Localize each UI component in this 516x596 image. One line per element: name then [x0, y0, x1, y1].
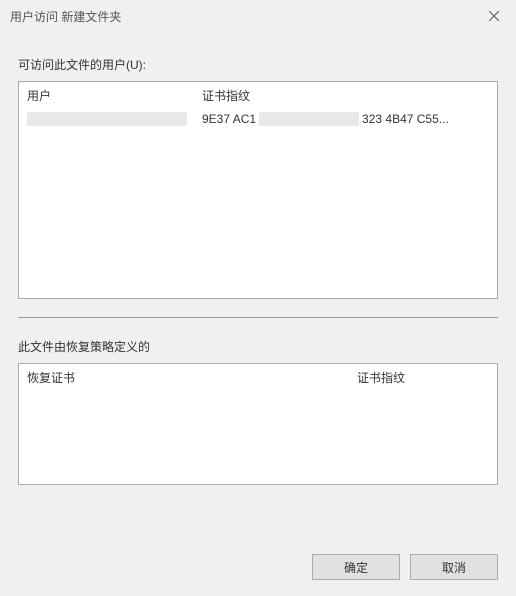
- dialog-content: 可访问此文件的用户(U): 用户 证书指纹 9E37 AC1 323 4B47 C…: [0, 32, 516, 540]
- recovery-list-header: 恢复证书 证书指纹: [19, 364, 497, 390]
- ok-button[interactable]: 确定: [312, 554, 400, 580]
- section-divider: [18, 317, 498, 318]
- users-access-label: 可访问此文件的用户(U):: [18, 56, 498, 73]
- titlebar: 用户访问 新建文件夹: [0, 0, 516, 32]
- dialog-buttons: 确定 取消: [0, 540, 516, 596]
- thumbprint-cell: 9E37 AC1 323 4B47 C55...: [194, 110, 497, 129]
- users-list[interactable]: 用户 证书指纹 9E37 AC1 323 4B47 C55...: [18, 81, 498, 299]
- close-icon: [489, 11, 499, 21]
- thumbprint-text-1: 9E37 AC1: [202, 112, 256, 126]
- user-cell: [19, 110, 194, 129]
- recovery-list[interactable]: 恢复证书 证书指纹: [18, 363, 498, 485]
- redacted-block: [259, 112, 359, 126]
- redacted-block: [27, 112, 187, 126]
- users-list-header: 用户 证书指纹: [19, 82, 497, 108]
- recovery-policy-label: 此文件由恢复策略定义的: [18, 338, 498, 355]
- close-button[interactable]: [471, 0, 516, 32]
- table-row[interactable]: 9E37 AC1 323 4B47 C55...: [19, 108, 497, 130]
- column-header-thumbprint2[interactable]: 证书指纹: [349, 364, 497, 391]
- cancel-button[interactable]: 取消: [410, 554, 498, 580]
- window-title: 用户访问 新建文件夹: [10, 8, 121, 25]
- column-header-recovery-cert[interactable]: 恢复证书: [19, 364, 349, 391]
- column-header-thumbprint[interactable]: 证书指纹: [194, 82, 497, 109]
- thumbprint-text-2: 323 4B47 C55...: [362, 112, 449, 126]
- column-header-user[interactable]: 用户: [19, 82, 194, 109]
- dialog-window: 用户访问 新建文件夹 可访问此文件的用户(U): 用户 证书指纹 9E37 AC…: [0, 0, 516, 596]
